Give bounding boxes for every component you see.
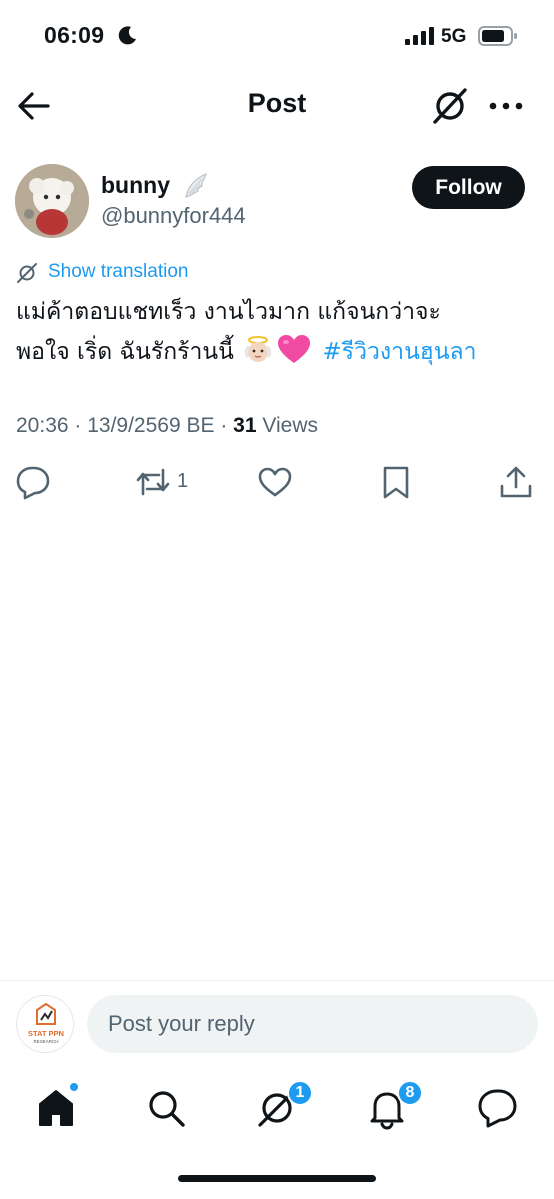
- battery-icon: [478, 26, 517, 46]
- home-unread-dot: [68, 1081, 80, 1093]
- tab-notifications[interactable]: 8: [365, 1080, 423, 1130]
- hashtag-link[interactable]: #รีวิวงานฮุนลา: [322, 339, 476, 365]
- post-text: แม่ค้าตอบแชทเร็ว งานไวมาก แก้จนกว่าจะ พอ…: [16, 292, 536, 372]
- like-button[interactable]: [257, 464, 293, 504]
- nav-header: Post: [0, 70, 554, 142]
- views-count: 31: [233, 414, 257, 437]
- status-time: 06:09: [44, 22, 105, 48]
- my-avatar[interactable]: STAT PPN RESEARCH: [16, 995, 74, 1053]
- search-icon: [149, 1091, 185, 1127]
- post-actions: 1: [0, 464, 554, 504]
- avatar[interactable]: [15, 164, 89, 238]
- show-translation-label: Show translation: [48, 261, 189, 282]
- repost-count: 1: [177, 470, 189, 492]
- tab-home[interactable]: [34, 1081, 80, 1130]
- my-avatar-text: STAT PPN: [28, 1029, 64, 1038]
- post-text-line-2: พอใจ เริ่ด ฉันรักร้านนี้ #รีวิวงานฮุนลา: [16, 332, 536, 372]
- baby-angel-emoji-icon: [244, 336, 272, 362]
- notifications-badge: 8: [397, 1080, 423, 1106]
- network-type: 5G: [441, 26, 467, 47]
- reply-button[interactable]: [15, 464, 51, 504]
- reply-input[interactable]: [87, 995, 538, 1053]
- author-handle: @bunnyfor444: [101, 203, 246, 228]
- post-author: bunny @bunnyfor444 Follow: [0, 163, 554, 243]
- post-timestamp[interactable]: 20:36 · 13/9/2569 BE ·: [16, 414, 233, 437]
- bookmark-button[interactable]: [378, 464, 414, 504]
- moon-icon: [118, 26, 136, 45]
- grok-icon[interactable]: [430, 86, 470, 126]
- home-indicator[interactable]: [178, 1175, 376, 1182]
- reply-bar: STAT PPN RESEARCH: [0, 980, 554, 1068]
- share-button[interactable]: [498, 464, 534, 504]
- status-bar: 06:09 5G: [0, 0, 554, 70]
- wing-icon: [185, 172, 207, 198]
- repost-button[interactable]: 1: [135, 464, 205, 504]
- follow-button[interactable]: Follow: [412, 166, 525, 209]
- back-arrow-icon[interactable]: [16, 90, 52, 122]
- my-avatar-subtext: RESEARCH: [33, 1039, 58, 1044]
- share-icon: [500, 466, 532, 498]
- reply-icon: [16, 466, 50, 500]
- grok-badge: 1: [287, 1080, 313, 1106]
- post-meta: 20:36 · 13/9/2569 BE · 31 Views: [16, 414, 318, 438]
- page-title: Post: [247, 88, 307, 118]
- tab-messages[interactable]: [476, 1086, 520, 1130]
- like-icon: [258, 467, 292, 497]
- pink-heart-emoji-icon: [278, 335, 311, 363]
- translate-icon: [17, 263, 37, 283]
- post-text-line-2-text: พอใจ เริ่ด ฉันรักร้านนี้: [16, 339, 234, 365]
- more-icon[interactable]: [488, 96, 524, 116]
- views-label: Views: [256, 414, 318, 437]
- bookmark-icon: [383, 466, 409, 499]
- messages-icon: [478, 1089, 517, 1128]
- tab-search[interactable]: [144, 1086, 188, 1130]
- author-name[interactable]: bunny: [101, 172, 170, 199]
- signal-icon: [405, 27, 434, 45]
- repost-icon: [136, 468, 170, 496]
- tab-grok[interactable]: 1: [255, 1080, 313, 1130]
- post-text-line-1: แม่ค้าตอบแชทเร็ว งานไวมาก แก้จนกว่าจะ: [16, 299, 441, 325]
